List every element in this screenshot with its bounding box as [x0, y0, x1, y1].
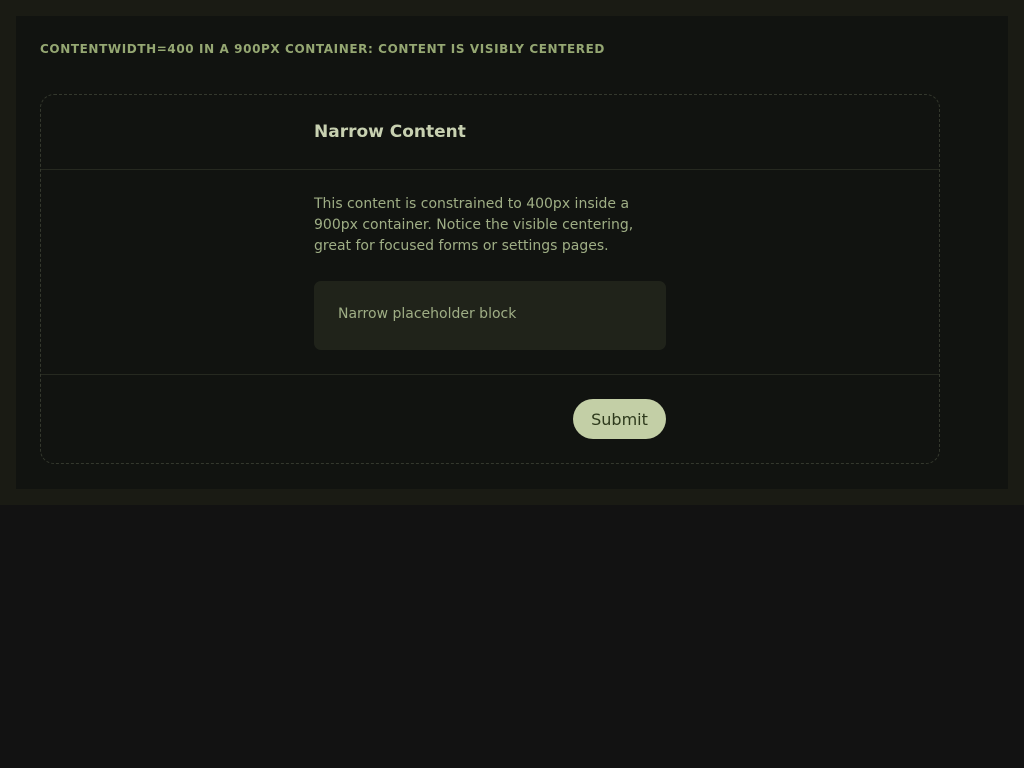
demo-panel: CONTENTWIDTH=400 IN A 900PX CONTAINER: C…: [16, 16, 1008, 489]
placeholder-text: Narrow placeholder block: [338, 306, 517, 322]
card-header: Narrow Content: [41, 95, 939, 170]
card-footer: Submit: [41, 375, 939, 463]
placeholder-block: Narrow placeholder block: [314, 281, 666, 350]
demo-caption: CONTENTWIDTH=400 IN A 900PX CONTAINER: C…: [40, 42, 605, 56]
card-description: This content is constrained to 400px ins…: [314, 196, 634, 254]
narrow-content-card: Narrow Content This content is constrain…: [40, 94, 940, 464]
card-title: Narrow Content: [314, 122, 466, 142]
card-body: This content is constrained to 400px ins…: [41, 170, 939, 375]
submit-button[interactable]: Submit: [573, 399, 666, 439]
page-frame: CONTENTWIDTH=400 IN A 900PX CONTAINER: C…: [0, 0, 1024, 505]
